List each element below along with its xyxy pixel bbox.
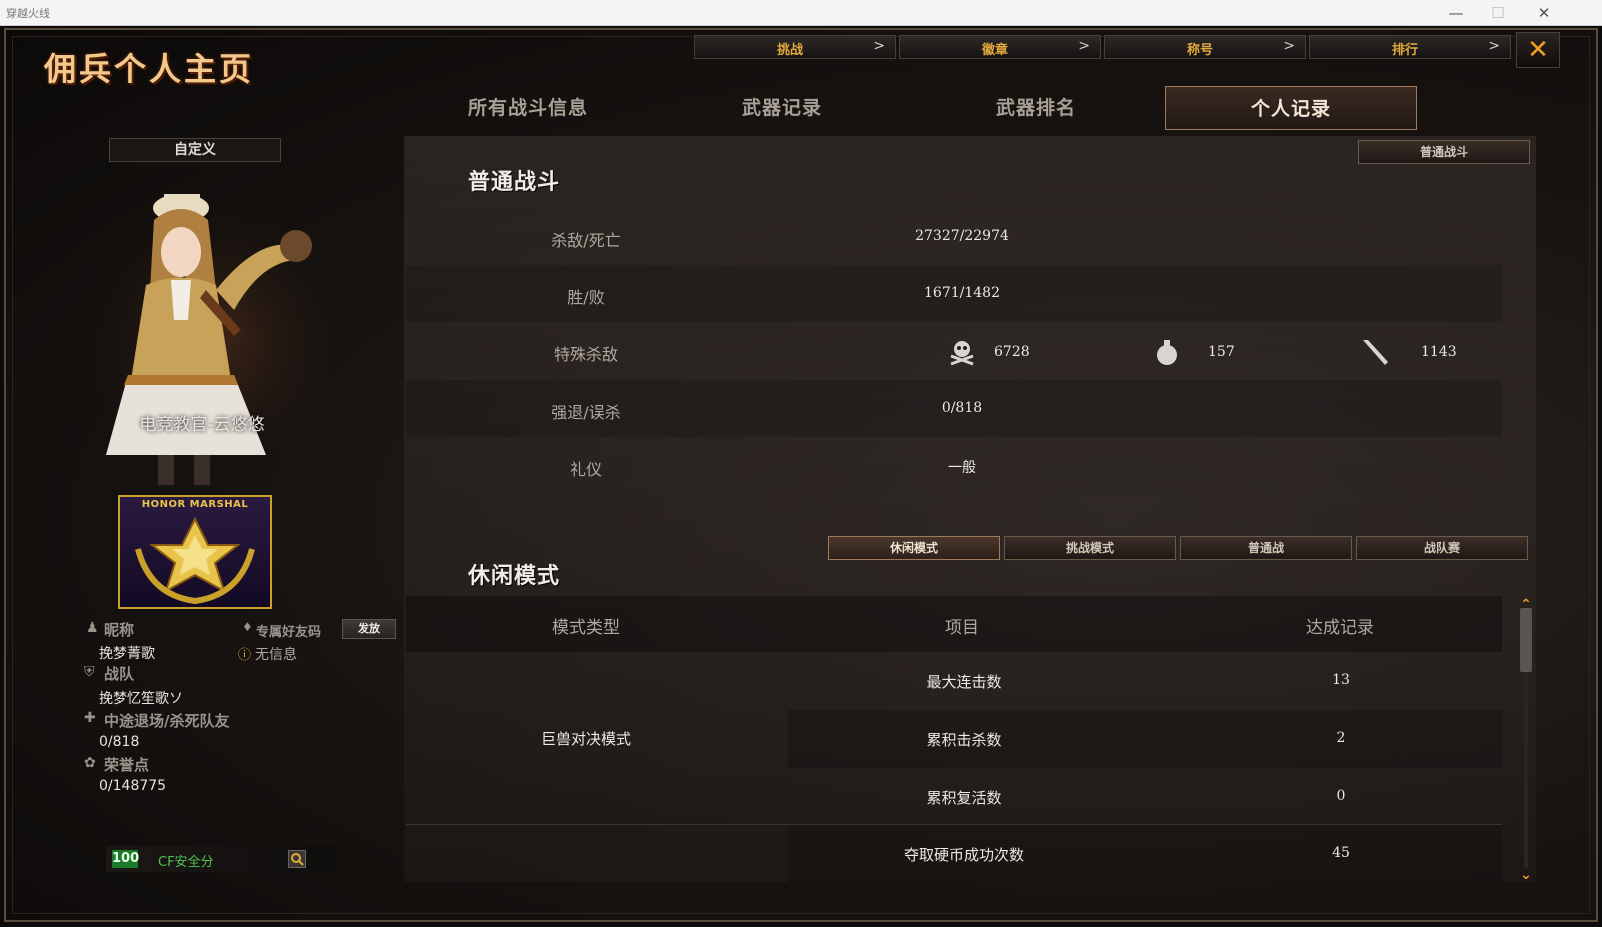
skull-icon bbox=[950, 341, 974, 366]
window-title: 穿越火线 bbox=[6, 7, 50, 20]
maximize-button[interactable]: ☐ bbox=[1478, 2, 1518, 24]
special-kill-headshot-value: 6728 bbox=[994, 344, 1030, 360]
record-value: 13 bbox=[1332, 672, 1350, 688]
stat-value: 27327/22974 bbox=[915, 228, 1009, 244]
record-item: 累积复活数 bbox=[926, 789, 1002, 807]
column-mode-type: 模式类型 bbox=[552, 618, 620, 638]
normal-battle-filter-button[interactable]: 普通战斗 bbox=[1358, 140, 1530, 164]
user-icon: ♟ bbox=[86, 620, 99, 636]
friend-code-label: 专属好友码 bbox=[256, 625, 322, 640]
quit-value: 0/818 bbox=[99, 734, 140, 750]
chevron-right-icon: > bbox=[1078, 38, 1090, 54]
tab-weapon-records[interactable]: 武器记录 bbox=[656, 86, 908, 130]
stat-label: 杀敌/死亡 bbox=[551, 231, 621, 250]
question-icon: ⓘ bbox=[238, 648, 252, 663]
scrollbar-thumb[interactable] bbox=[1520, 608, 1532, 672]
main-frame: 佣兵个人主页 挑战 > 徽章 > 称号 > 排行 > ✕ 所有战斗信息 武器记录… bbox=[4, 28, 1598, 922]
nickname-value: 挽梦菁歌 bbox=[99, 646, 155, 662]
column-item: 项目 bbox=[945, 618, 979, 638]
table-row: 最大连击数 13 bbox=[788, 652, 1502, 710]
quit-label: 中途退场/杀死队友 bbox=[104, 712, 230, 730]
mode-tab-casual[interactable]: 休闲模式 bbox=[828, 536, 1000, 560]
stat-value: 1671/1482 bbox=[924, 285, 1000, 301]
nickname-label: 昵称 bbox=[104, 621, 135, 639]
topnav-badge-label: 徽章 bbox=[981, 43, 1008, 58]
customize-button[interactable]: 自定义 bbox=[109, 138, 281, 162]
running-icon: ✚ bbox=[84, 710, 96, 726]
stat-value: 0/818 bbox=[941, 400, 983, 416]
character-name: 电竞教官-云悠悠 bbox=[139, 415, 265, 435]
table-row: 累积复活数 0 bbox=[788, 768, 1502, 826]
topnav-ranking[interactable]: 排行 > bbox=[1309, 35, 1511, 59]
special-kill-knife-value: 1143 bbox=[1421, 344, 1457, 360]
stat-value: 一般 bbox=[948, 460, 976, 476]
records-table-header: 模式类型 项目 达成记录 bbox=[406, 596, 1502, 652]
stat-row-etiquette: 礼仪 一般 bbox=[406, 437, 1502, 494]
honor-value: 0/148775 bbox=[99, 778, 167, 794]
chevron-right-icon: > bbox=[873, 38, 885, 54]
topnav-challenge[interactable]: 挑战 > bbox=[694, 35, 896, 59]
table-row: 夺取硬币成功次数 45 bbox=[788, 825, 1502, 883]
topnav-badge[interactable]: 徽章 > bbox=[899, 35, 1101, 59]
knife-icon bbox=[1363, 340, 1388, 365]
shield-icon: ⛨ bbox=[84, 664, 95, 680]
tab-personal-records[interactable]: 个人记录 bbox=[1165, 86, 1417, 130]
normal-battle-title: 普通战斗 bbox=[468, 170, 561, 195]
search-icon[interactable] bbox=[288, 850, 306, 868]
rank-star-icon bbox=[135, 516, 255, 605]
mode-tab-challenge[interactable]: 挑战模式 bbox=[1004, 536, 1176, 560]
topnav-title-label: 称号 bbox=[1186, 43, 1213, 58]
character-portrait bbox=[66, 180, 366, 490]
safety-score-bar: 100 CF安全分 bbox=[106, 846, 336, 872]
record-value: 0 bbox=[1336, 788, 1346, 804]
chevron-right-icon: > bbox=[1488, 38, 1500, 54]
window-titlebar: 穿越火线 — ☐ ✕ bbox=[0, 0, 1602, 26]
mode-type-cell: 巨兽对决模式 bbox=[540, 730, 631, 748]
mode-tab-normal[interactable]: 普通战 bbox=[1180, 536, 1352, 560]
record-item: 夺取硬币成功次数 bbox=[903, 846, 1024, 864]
record-value: 2 bbox=[1336, 730, 1346, 746]
safety-score-label: CF安全分 bbox=[158, 855, 214, 870]
rank-badge: HONOR MARSHAL bbox=[118, 495, 272, 609]
tab-all-battle-info[interactable]: 所有战斗信息 bbox=[402, 86, 654, 130]
topnav-title[interactable]: 称号 > bbox=[1104, 35, 1306, 59]
safety-score-value: 100 bbox=[112, 850, 140, 868]
stat-label: 强退/误杀 bbox=[551, 403, 621, 422]
stat-label: 胜/败 bbox=[567, 288, 605, 307]
scroll-down-icon[interactable]: ⌄ bbox=[1514, 868, 1538, 882]
friend-code-value: 无信息 bbox=[255, 647, 297, 663]
stat-label: 礼仪 bbox=[569, 460, 602, 479]
tab-weapon-ranking[interactable]: 武器排名 bbox=[910, 86, 1162, 130]
special-kill-grenade-value: 157 bbox=[1208, 344, 1235, 360]
page-title: 佣兵个人主页 bbox=[44, 50, 255, 88]
honor-icon: ✿ bbox=[84, 755, 96, 771]
send-friend-code-button[interactable]: 发放 bbox=[342, 619, 396, 639]
stat-row-kd: 杀敌/死亡 27327/22974 bbox=[406, 208, 1502, 265]
chevron-right-icon: > bbox=[1283, 38, 1295, 54]
table-row: 累积击杀数 2 bbox=[788, 710, 1502, 768]
topnav-ranking-label: 排行 bbox=[1391, 43, 1418, 58]
team-value: 挽梦忆笙歌ソ bbox=[99, 691, 183, 707]
close-button[interactable]: ✕ bbox=[1516, 32, 1560, 68]
grenade-icon bbox=[1157, 340, 1177, 365]
record-item: 最大连击数 bbox=[926, 673, 1002, 691]
stat-label: 特殊杀敌 bbox=[553, 345, 618, 364]
team-label: 战队 bbox=[104, 665, 135, 683]
record-item: 累积击杀数 bbox=[926, 731, 1002, 749]
record-value: 45 bbox=[1332, 845, 1350, 861]
column-record: 达成记录 bbox=[1306, 618, 1374, 638]
stat-row-winloss: 胜/败 1671/1482 bbox=[406, 265, 1502, 322]
mode-tab-clan[interactable]: 战队赛 bbox=[1356, 536, 1528, 560]
minimize-button[interactable]: — bbox=[1436, 2, 1476, 24]
tag-icon: ♦ bbox=[242, 620, 253, 634]
window-close-button[interactable]: ✕ bbox=[1524, 2, 1564, 24]
topnav-challenge-label: 挑战 bbox=[776, 43, 803, 58]
stat-row-quit-teamkill: 强退/误杀 0/818 bbox=[406, 380, 1502, 437]
casual-mode-title: 休闲模式 bbox=[468, 564, 561, 589]
honor-label: 荣誉点 bbox=[104, 756, 150, 774]
